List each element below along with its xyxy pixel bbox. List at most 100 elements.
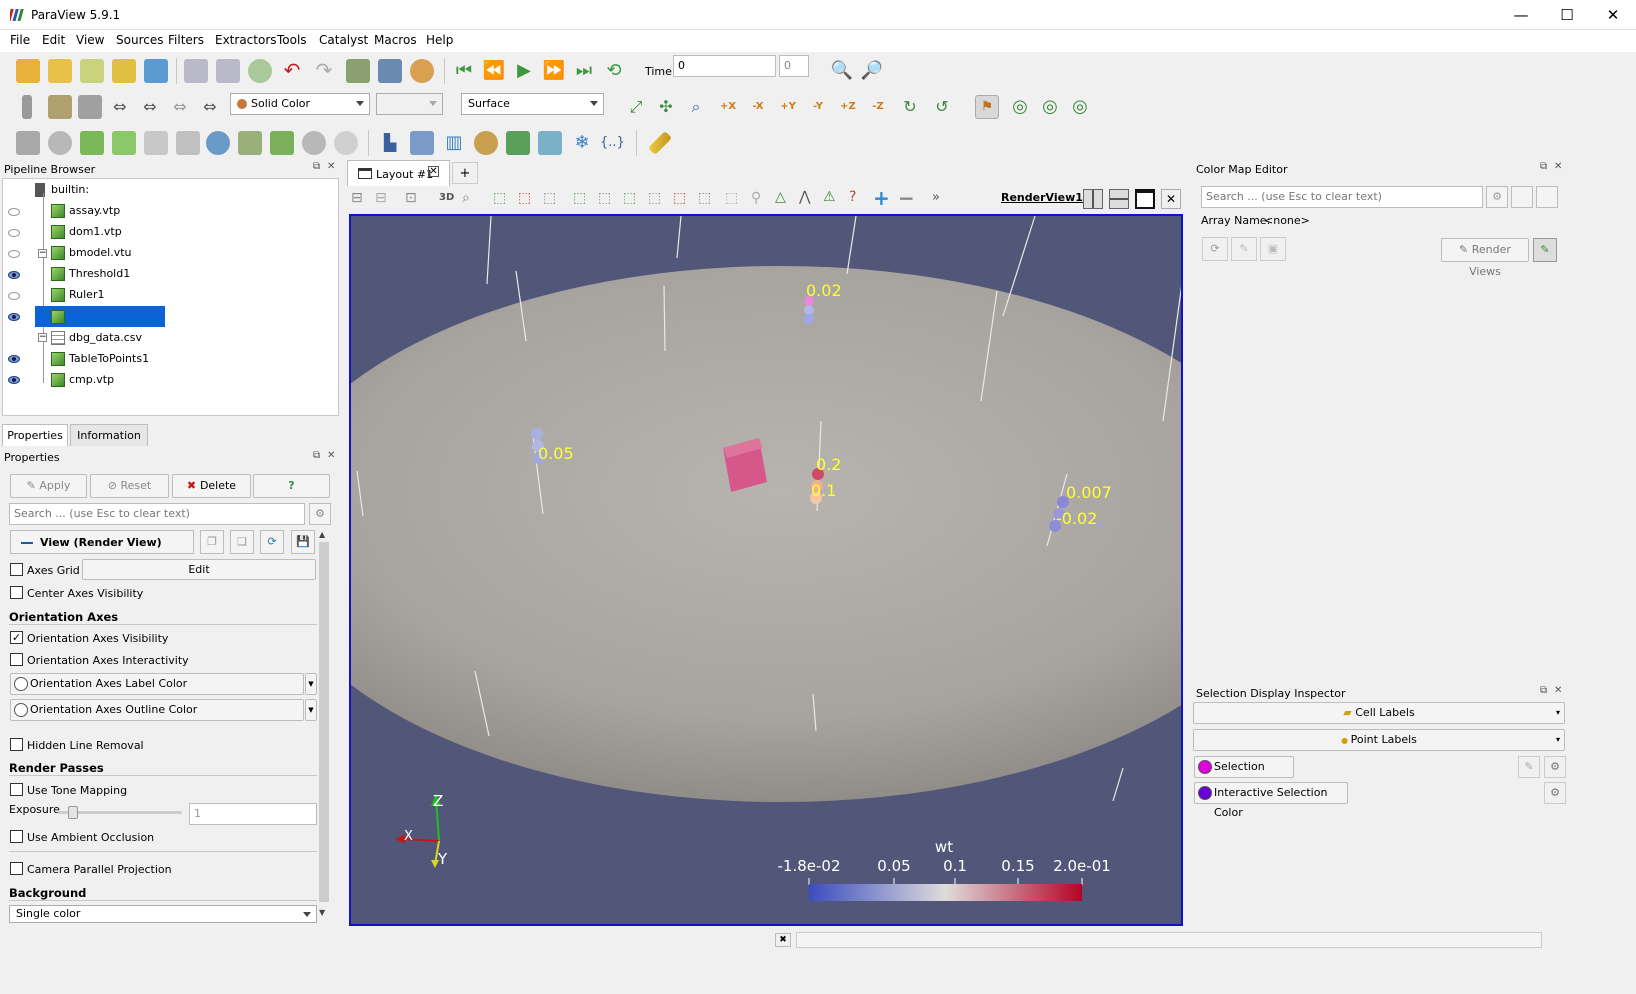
background-dropdown[interactable]: Single color <box>9 905 317 923</box>
visibility-eye-icon[interactable] <box>8 376 20 384</box>
cell-labels-dropdown[interactable]: ▰ Cell Labels ▾ <box>1193 702 1565 724</box>
paste-icon[interactable]: ❏ <box>230 530 254 554</box>
first-frame-icon[interactable]: ⏮ <box>452 59 476 83</box>
render-view-name[interactable]: RenderView1 <box>1001 191 1083 204</box>
undo-icon[interactable]: ↶ <box>280 59 304 83</box>
pipeline-item-selected[interactable]: search_ellipsoid.vtp <box>35 306 165 344</box>
menu-edit[interactable]: Edit <box>36 33 71 47</box>
maximize-view-icon[interactable] <box>1135 189 1155 209</box>
color-map-search-input[interactable]: Search ... (use Esc to clear text) <box>1201 186 1483 208</box>
dock-float-icon[interactable]: ⧉ <box>1540 161 1547 172</box>
view-section-header[interactable]: View (Render View) <box>10 530 194 554</box>
menu-view[interactable]: View <box>70 33 110 47</box>
rotate-minus-90-icon[interactable]: ↺ <box>930 95 954 119</box>
menu-catalyst[interactable]: Catalyst <box>313 33 374 47</box>
advanced-gear-icon[interactable]: ⚙ <box>309 503 331 525</box>
collapse-icon[interactable]: − <box>38 249 47 258</box>
properties-search-input[interactable]: Search ... (use Esc to clear text) <box>9 503 305 525</box>
visibility-eye-icon[interactable] <box>8 313 20 321</box>
toggle-color-legend-icon[interactable] <box>22 95 32 119</box>
representation-dropdown[interactable]: Surface <box>461 93 604 115</box>
warp-icon[interactable] <box>270 131 294 155</box>
play-icon[interactable]: ▶ <box>512 59 536 83</box>
stream-tracer-icon[interactable] <box>238 131 262 155</box>
group-datasets-icon[interactable] <box>302 131 326 155</box>
pipeline-item[interactable]: cmp.vtp <box>51 369 114 390</box>
angle-icon[interactable]: ⋀ <box>799 189 810 205</box>
interaction-mode-icon[interactable]: ⚑ <box>975 95 999 119</box>
help-button[interactable]: ? <box>253 474 330 498</box>
close-tab-icon[interactable]: ✕ <box>428 166 439 177</box>
rescale-temporal-icon[interactable]: ⇔ <box>138 95 162 119</box>
calculator-icon[interactable] <box>16 131 40 155</box>
plot-data-icon[interactable]: ▙ <box>378 131 402 155</box>
copy-icon[interactable]: ❐ <box>200 530 224 554</box>
close-view-icon[interactable]: ✕ <box>1161 189 1181 209</box>
freeze-icon[interactable]: ❄ <box>570 131 594 155</box>
palette-icon[interactable] <box>410 59 434 83</box>
reset-camera-closest-icon[interactable]: ✣ <box>654 95 678 119</box>
pipeline-item[interactable]: Threshold1 <box>51 263 130 284</box>
render-view-viewport[interactable]: 0.02 0.05 0.2 0.1 0.007 -0.02 Z X Y wt -… <box>349 214 1183 926</box>
camera-undo-icon[interactable] <box>346 59 370 83</box>
integrate-variables-icon[interactable] <box>538 131 562 155</box>
center-axes-icon[interactable]: ◎ <box>1008 95 1032 119</box>
slider-handle[interactable] <box>68 806 78 819</box>
pipeline-item[interactable]: dom1.vtp <box>51 221 122 242</box>
recent-files-icon[interactable] <box>48 59 72 83</box>
advanced-gear-icon[interactable]: ⚙ <box>1486 186 1508 208</box>
loop-icon[interactable]: ⟲ <box>602 59 626 83</box>
delete-button[interactable]: ✖ Delete <box>172 474 251 498</box>
select-cells-icon[interactable]: ⬚ <box>493 190 506 206</box>
more-tools-icon[interactable]: » <box>932 190 940 205</box>
reset-range-icon[interactable] <box>78 95 102 119</box>
selection-color-reset-icon[interactable]: ✎ <box>1518 756 1540 778</box>
threshold-icon[interactable] <box>144 131 168 155</box>
interactive-select-icon[interactable]: ⬚ <box>623 190 636 206</box>
dock-close-icon[interactable]: ✕ <box>327 161 335 172</box>
axes-grid-edit-button[interactable]: Edit <box>82 559 316 580</box>
visibility-eye-icon[interactable] <box>8 271 20 279</box>
exposure-slider[interactable] <box>58 806 182 819</box>
query-icon[interactable]: ? <box>849 189 856 205</box>
component-dropdown[interactable] <box>376 93 443 115</box>
parallel-projection-checkbox[interactable] <box>10 862 23 875</box>
dock-close-icon[interactable]: ✕ <box>327 450 335 461</box>
menu-sources[interactable]: Sources <box>110 33 169 47</box>
zoom-in-icon[interactable]: + <box>873 186 890 210</box>
select-polygon-icon[interactable]: ⬚ <box>573 190 586 206</box>
selection-color-button[interactable]: Selection Color <box>1194 756 1294 793</box>
pipeline-item[interactable]: TableToPoints1 <box>51 348 149 369</box>
save-defaults-icon[interactable]: 💾 <box>291 530 315 554</box>
zoom-to-box-icon[interactable]: ⌕ <box>684 95 708 119</box>
reset-camera-icon[interactable]: ⤢ <box>624 95 648 119</box>
auto-render-icon[interactable]: ✎ <box>1533 238 1557 262</box>
add-layout-tab-button[interactable]: + <box>452 162 478 184</box>
dock-close-icon[interactable]: ✕ <box>1554 685 1562 696</box>
tab-information[interactable]: Information <box>70 424 148 446</box>
screenshot-icon[interactable]: ⊡ <box>405 190 417 206</box>
orientation-outline-color-button[interactable]: Orientation Axes Outline Color <box>10 699 304 721</box>
redo-icon[interactable]: ↷ <box>312 59 336 83</box>
visibility-eye-icon[interactable] <box>8 355 20 363</box>
orientation-visibility-checkbox[interactable]: ✓ <box>10 631 23 644</box>
extract-level-icon[interactable] <box>334 131 358 155</box>
maximize-button[interactable]: ☐ <box>1544 0 1590 30</box>
layout-tab[interactable]: Layout #1 ✕ <box>347 160 450 186</box>
clear-selection-icon[interactable]: ⚲ <box>751 190 761 206</box>
view-plus-x-icon[interactable]: +X <box>716 95 740 119</box>
refresh-icon[interactable]: ⟳ <box>1202 237 1228 261</box>
pipeline-item[interactable]: bmodel.vtu <box>51 242 132 263</box>
pipeline-item[interactable]: dbg_data.csv <box>51 327 142 348</box>
render-views-button[interactable]: ✎ Render Views <box>1441 238 1529 278</box>
zoom-to-data-icon[interactable]: 🔍 <box>830 59 854 83</box>
scroll-up-icon[interactable]: ▲ <box>319 530 325 539</box>
collapse-icon[interactable]: − <box>38 333 47 342</box>
apply-button[interactable]: ✎ Apply <box>10 474 87 498</box>
load-preset-icon[interactable] <box>1536 186 1558 208</box>
rotate-plus-90-icon[interactable]: ↻ <box>898 95 922 119</box>
split-horizontal-icon[interactable]: ⊟ <box>351 190 363 206</box>
pick-center-icon[interactable]: ◎ <box>1038 95 1062 119</box>
hover-points-icon[interactable]: ⬚ <box>648 190 661 206</box>
ambient-occlusion-checkbox[interactable] <box>10 830 23 843</box>
